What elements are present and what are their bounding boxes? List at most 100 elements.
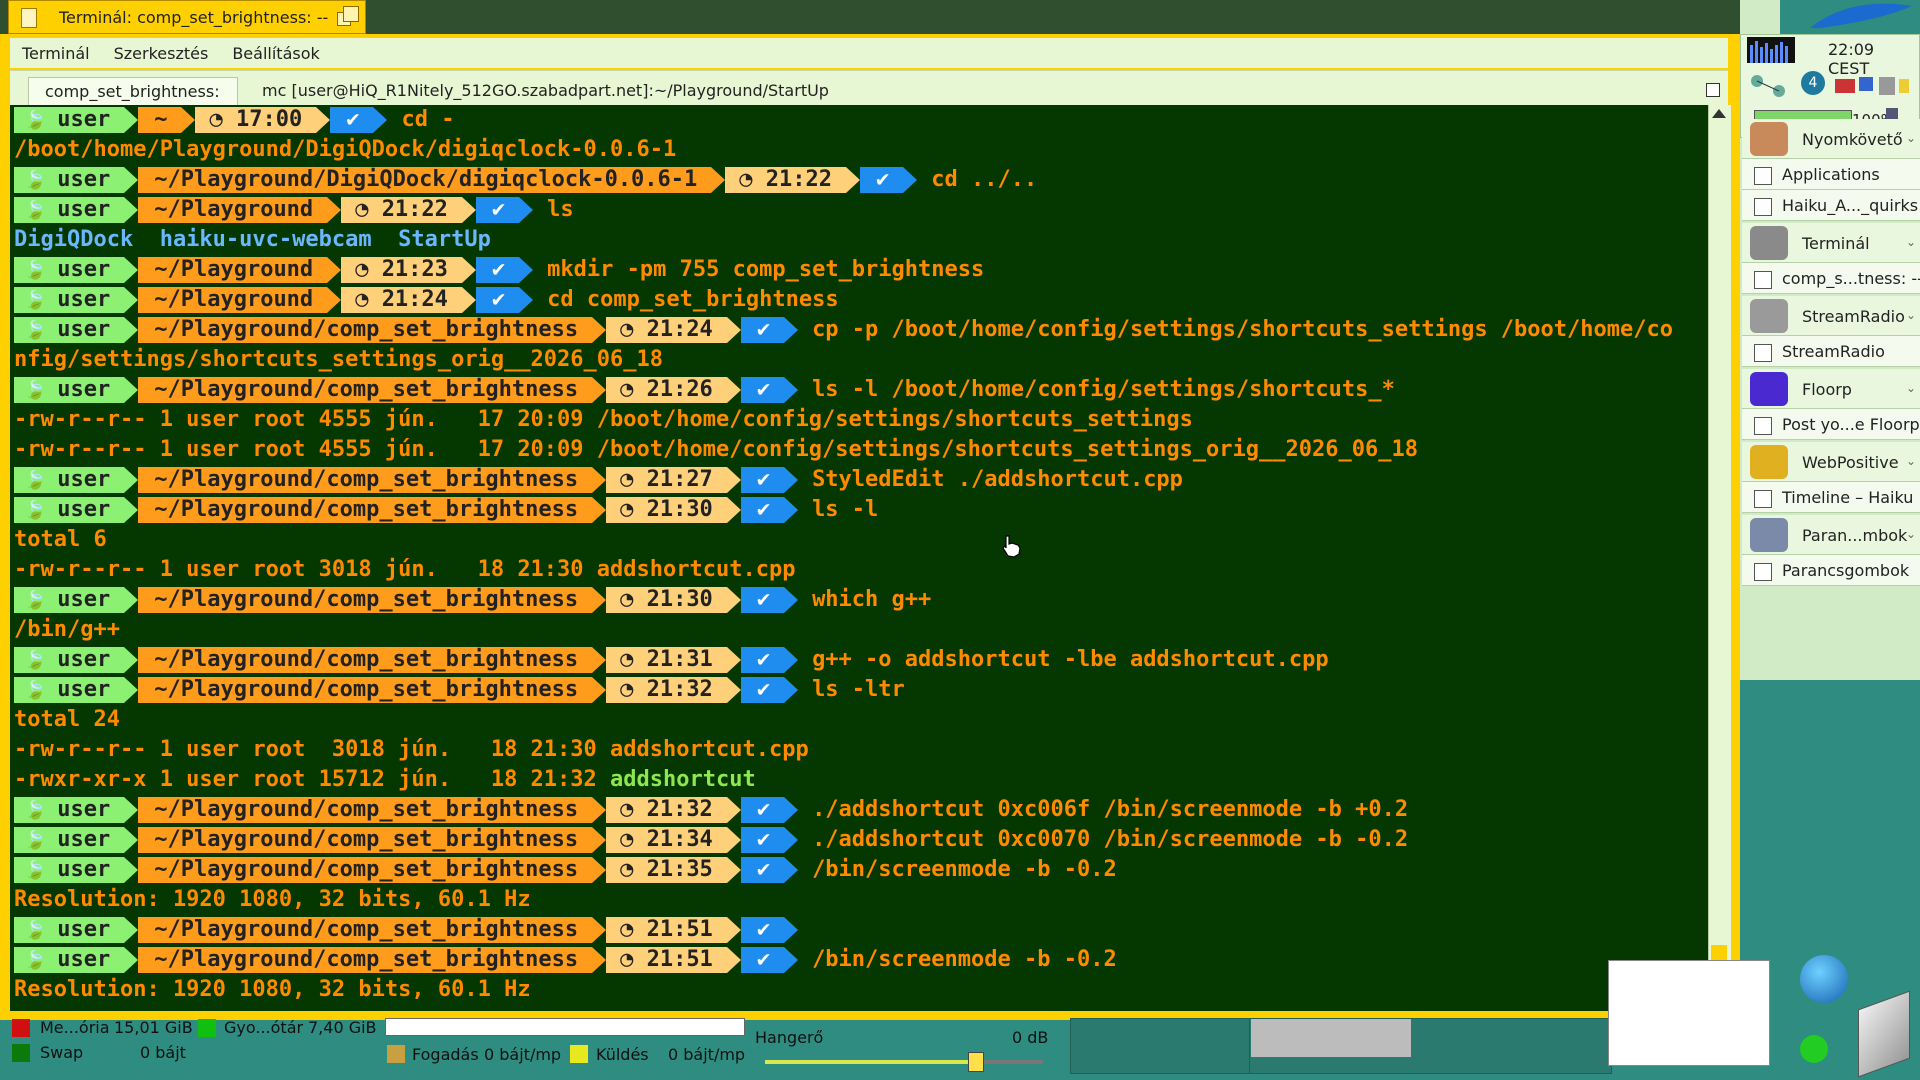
clock-icon: ◔ xyxy=(355,257,382,282)
deskbar-window-item[interactable]: Timeline – Haiku xyxy=(1742,482,1920,513)
network-icon[interactable] xyxy=(1749,73,1795,99)
segment-arrow xyxy=(846,167,861,193)
deskbar-app-item[interactable]: ⌄ WebPositive xyxy=(1742,442,1920,482)
deskbar-window-item[interactable]: Parancsgombok xyxy=(1742,555,1920,586)
time-text: 21:30 xyxy=(646,497,713,522)
checkmark-icon: ✔ xyxy=(756,587,771,612)
segment-arrow xyxy=(592,947,607,973)
deskbar-app-item[interactable]: ⌄ Floorp xyxy=(1742,369,1920,409)
time-segment: ◔ 21:27 xyxy=(606,467,727,493)
user-text: user xyxy=(57,317,111,342)
menu-edit[interactable]: Szerkesztés xyxy=(114,44,209,63)
workspaces-widget[interactable] xyxy=(1070,1018,1612,1074)
volume-slider[interactable] xyxy=(765,1052,1043,1072)
send-color-icon xyxy=(570,1045,588,1063)
prompt-line: 🍃 user ~/Playground/comp_set_brightness ◔ … xyxy=(14,495,878,525)
deskbar-app-item[interactable]: ⌄ Terminál xyxy=(1742,223,1920,263)
status-segment: ✔ xyxy=(740,377,785,403)
memory-color-icon xyxy=(12,1019,30,1037)
vertical-scrollbar[interactable] xyxy=(1708,105,1731,1011)
menu-terminal[interactable]: Terminál xyxy=(22,44,90,63)
window-icon xyxy=(1754,417,1772,435)
prompt-line: 🍃 user ~/Playground/comp_set_brightness ◔ … xyxy=(14,825,1408,855)
checkmark-icon: ✔ xyxy=(756,677,771,702)
segment-arrow xyxy=(726,467,741,493)
checkmark-icon: ✔ xyxy=(756,857,771,882)
deskbar-app-item[interactable]: ⌄ Nyomkövető xyxy=(1742,119,1920,159)
checkmark-icon: ✔ xyxy=(756,827,771,852)
deskbar-window-item[interactable]: comp_s...tness: -- xyxy=(1742,263,1920,294)
segment-arrow xyxy=(373,107,388,133)
deskbar-item-label: Floorp xyxy=(1802,380,1852,399)
deskbar-window-item[interactable]: StreamRadio xyxy=(1742,336,1920,367)
globe-icon[interactable] xyxy=(1800,955,1848,1003)
clock-icon: ◔ xyxy=(355,287,382,312)
segment-arrow xyxy=(726,317,741,343)
cpu-monitor-icon[interactable] xyxy=(1747,37,1795,63)
clock-icon: ◔ xyxy=(620,857,647,882)
tab-mc[interactable]: mc [user@HiQ_R1Nitely_512GO.szabadpart.n… xyxy=(246,77,845,105)
status-segment: ✔ xyxy=(740,497,785,523)
window-title: Terminál: comp_set_brightness: -- xyxy=(59,8,329,27)
haiku-leaf-icon[interactable] xyxy=(1780,0,1920,34)
deskbar-window-item[interactable]: Applications xyxy=(1742,159,1920,190)
checkmark-icon: ✔ xyxy=(491,287,506,312)
prompt-line: 🍃 user ~/Playground/comp_set_brightness ◔ … xyxy=(14,465,1183,495)
tab-close-icon[interactable] xyxy=(1706,83,1720,97)
scroll-up-icon[interactable] xyxy=(1712,109,1726,118)
close-button[interactable] xyxy=(21,8,37,28)
segment-arrow xyxy=(726,857,741,883)
chevron-down-icon[interactable]: ⌄ xyxy=(1906,131,1916,145)
cache-value: 7,40 GiB xyxy=(308,1018,377,1037)
deskbar-app-item[interactable]: ⌄ StreamRadio xyxy=(1742,296,1920,336)
time-segment: ◔ 21:31 xyxy=(606,647,727,673)
path-segment: ~/Playground/comp_set_brightness xyxy=(138,857,593,883)
path-text: ~/Playground/comp_set_brightness xyxy=(154,677,579,702)
workspace-badge[interactable]: 4 xyxy=(1801,71,1825,95)
speaker-icon xyxy=(1750,299,1788,333)
path-text: ~/Playground xyxy=(154,197,314,222)
window-icon xyxy=(1754,490,1772,508)
menu-settings[interactable]: Beállítások xyxy=(232,44,319,63)
path-segment: ~/Playground/comp_set_brightness xyxy=(138,377,593,403)
swap-color-icon xyxy=(12,1044,30,1062)
time-text: 21:34 xyxy=(646,827,713,852)
time-segment: ◔ 17:00 xyxy=(195,107,317,133)
chevron-down-icon[interactable]: ⌄ xyxy=(1906,235,1916,249)
chevron-down-icon[interactable]: ⌄ xyxy=(1906,454,1916,468)
checkmark-icon: ✔ xyxy=(756,647,771,672)
segment-arrow xyxy=(592,317,607,343)
chevron-down-icon[interactable]: ⌄ xyxy=(1906,308,1916,322)
command-text: g++ -o addshortcut -lbe addshortcut.cpp xyxy=(812,647,1329,672)
segment-arrow xyxy=(124,647,139,673)
segment-arrow xyxy=(124,167,139,193)
segment-arrow xyxy=(592,917,607,943)
window-title-tab[interactable]: Terminál: comp_set_brightness: -- xyxy=(8,0,366,34)
chevron-down-icon[interactable]: ⌄ xyxy=(1906,527,1916,541)
segment-arrow xyxy=(327,287,342,313)
cache-label: Gyo...ótár xyxy=(224,1018,304,1037)
status-segment: ✔ xyxy=(740,317,785,343)
segment-arrow xyxy=(592,857,607,883)
tab-comp-set-brightness[interactable]: comp_set_brightness: -- xyxy=(28,77,238,129)
chevron-down-icon[interactable]: ⌄ xyxy=(1906,381,1916,395)
deskbar-window-item[interactable]: Post yo...e Floorp xyxy=(1742,409,1920,440)
deskbar-window-item[interactable]: Haiku_A..._quirks xyxy=(1742,190,1920,221)
output-line: Resolution: 1920 1080, 32 bits, 60.1 Hz xyxy=(14,887,531,912)
user-text: user xyxy=(57,827,111,852)
zoom-button[interactable] xyxy=(337,6,359,28)
volume-knob[interactable] xyxy=(968,1052,985,1072)
user-text: user xyxy=(57,107,111,132)
swap-label: Swap xyxy=(40,1043,84,1062)
prompt-line: 🍃 user ~/Playground ◔ 21:22 ✔ ls xyxy=(14,195,574,225)
leaf-icon: 🍃 xyxy=(24,110,58,131)
clock-icon: ◔ xyxy=(620,467,647,492)
clock[interactable]: 22:09 CEST xyxy=(1828,40,1920,78)
status-segment: ✔ xyxy=(740,587,785,613)
output-line: total 24 xyxy=(14,707,120,732)
receive-color-icon xyxy=(387,1045,405,1063)
output-line: Resolution: 1920 1080, 32 bits, 60.1 Hz xyxy=(14,977,531,1002)
segment-arrow xyxy=(784,497,799,523)
terminal-output[interactable]: 🍃 user ~ ◔ 17:00 ✔ cd - /boot/home/Playground… xyxy=(10,105,1708,1011)
deskbar-app-item[interactable]: ⌄ Paran...mbok xyxy=(1742,515,1920,555)
